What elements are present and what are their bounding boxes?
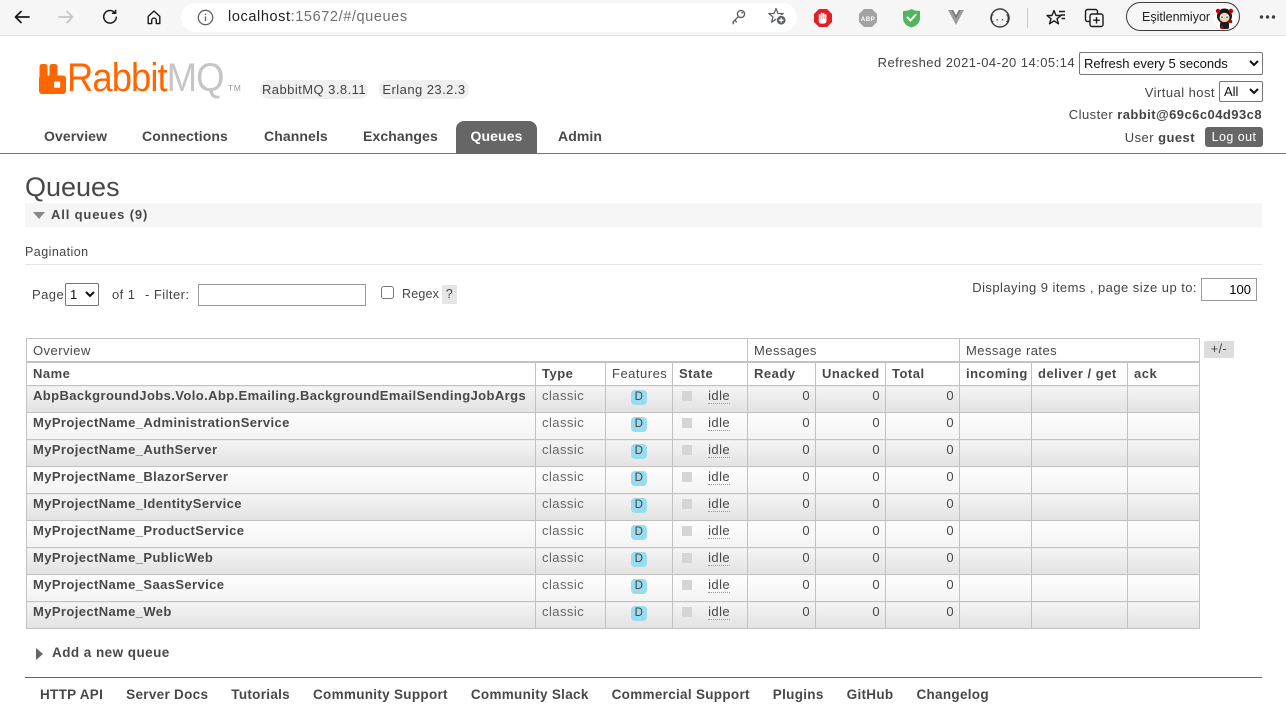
svg-text:{..}: {..}	[989, 15, 1010, 24]
svg-text:ABP: ABP	[861, 16, 875, 23]
